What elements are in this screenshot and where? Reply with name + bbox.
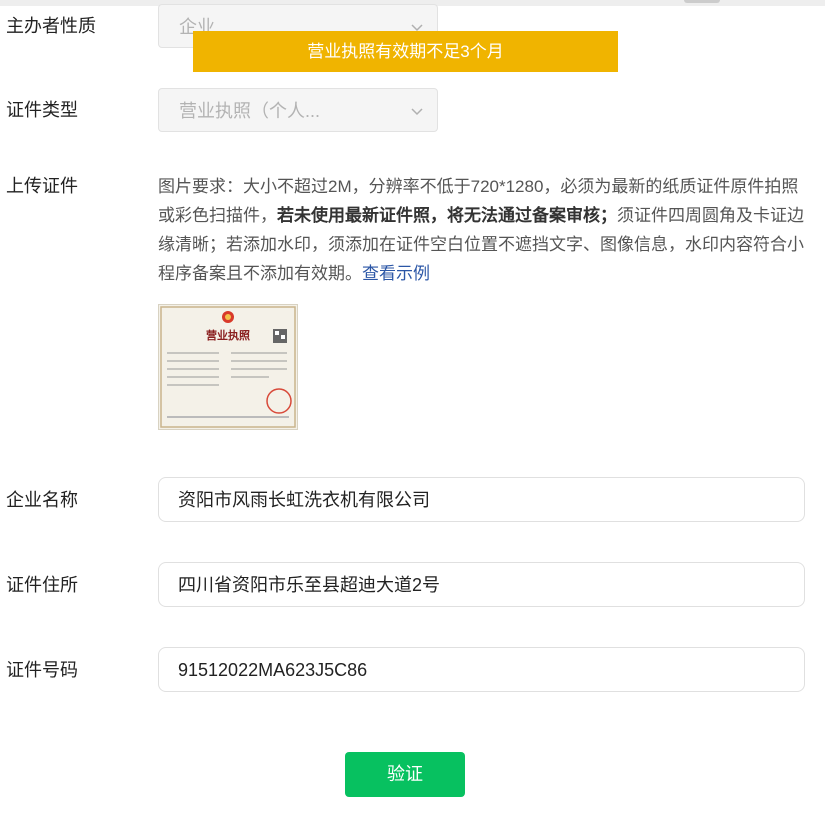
license-thumb-title: 营业执照 (206, 328, 250, 342)
uploaded-license-image[interactable]: 营业执照 (158, 304, 298, 430)
view-example-link[interactable]: 查看示例 (362, 264, 430, 283)
cert-address-label: 证件住所 (6, 575, 78, 595)
organizer-type-label: 主办者性质 (6, 16, 96, 36)
cert-type-value: 营业执照（个人... (179, 101, 321, 121)
license-thumbnail-graphic: 营业执照 (159, 305, 297, 429)
upload-requirements: 图片要求：大小不超过2M，分辨率不低于720*1280，必须为最新的纸质证件原件… (158, 172, 808, 288)
company-name-label: 企业名称 (6, 490, 78, 510)
cert-address-field[interactable]: 四川省资阳市乐至县超迪大道2号 (158, 562, 805, 607)
company-name-field[interactable]: 资阳市风雨长虹洗衣机有限公司 (158, 477, 805, 522)
cert-type-label: 证件类型 (6, 100, 78, 120)
warning-toast: 营业执照有效期不足3个月 (193, 31, 618, 72)
scroll-handle[interactable] (684, 0, 720, 3)
cert-number-value: 91512022MA623J5C86 (178, 660, 368, 680)
cert-number-field[interactable]: 91512022MA623J5C86 (158, 647, 805, 692)
company-name-value: 资阳市风雨长虹洗衣机有限公司 (178, 490, 430, 510)
verify-button[interactable]: 验证 (345, 752, 465, 797)
cert-number-label: 证件号码 (6, 660, 78, 680)
page: 主办者性质 企业 营业执照有效期不足3个月 证件类型 营业执照（个人... 上传… (0, 0, 825, 814)
cert-address-value: 四川省资阳市乐至县超迪大道2号 (178, 575, 441, 595)
upload-label: 上传证件 (6, 176, 78, 196)
cert-type-select[interactable]: 营业执照（个人... (158, 88, 438, 132)
chevron-down-icon (411, 108, 423, 116)
upload-desc-warning: 若未使用最新证件照，将无法通过备案审核； (277, 206, 617, 225)
